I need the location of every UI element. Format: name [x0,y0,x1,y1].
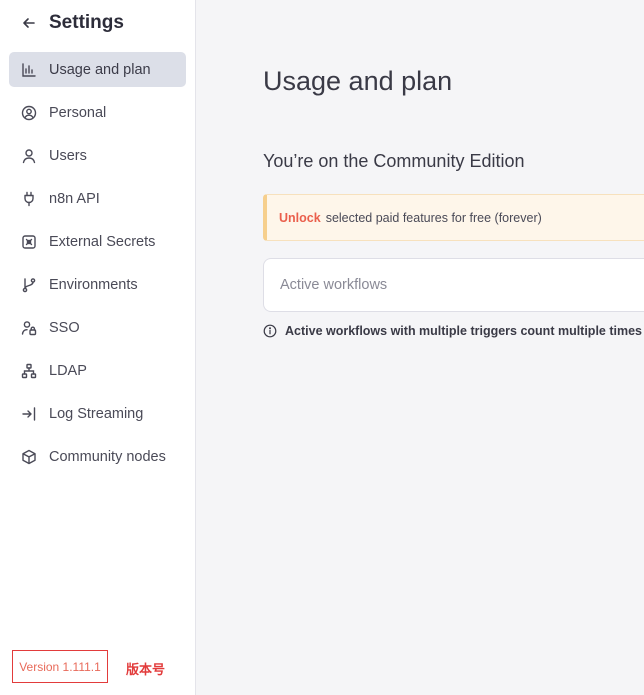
version-annotation: 版本号 [126,663,166,678]
sidebar-item-n8n-api[interactable]: n8n API [9,181,186,216]
network-icon [21,363,37,379]
sidebar-item-sso[interactable]: SSO [9,310,186,345]
info-text: Active workflows with multiple triggers … [285,324,642,338]
sidebar-item-label: Community nodes [49,448,166,465]
sidebar-item-label: Environments [49,276,138,293]
callout-text: selected paid features for free (forever… [325,210,542,225]
unlock-callout: Unlock selected paid features for free (… [263,194,644,241]
settings-sidebar: Settings Usage and plan Personal Users n… [0,0,196,695]
sidebar-item-usage-and-plan[interactable]: Usage and plan [9,52,186,87]
user-circle-icon [21,105,37,121]
user-icon [21,148,37,164]
main-content: Usage and plan You’re on the Community E… [196,0,644,695]
sidebar-item-label: External Secrets [49,233,156,250]
sidebar-item-label: Usage and plan [49,61,151,78]
active-workflows-card: Active workflows [263,258,644,312]
sidebar-item-personal[interactable]: Personal [9,95,186,130]
vault-icon [21,234,37,250]
plug-icon [21,191,37,207]
page-title: Usage and plan [263,66,453,96]
sidebar-item-external-secrets[interactable]: External Secrets [9,224,186,259]
unlock-link[interactable]: Unlock [279,211,321,225]
sidebar-item-label: LDAP [49,362,87,379]
sidebar-item-log-streaming[interactable]: Log Streaming [9,396,186,431]
sidebar-title: Settings [49,12,124,33]
sidebar-item-ldap[interactable]: LDAP [9,353,186,388]
edition-heading: You’re on the Community Edition [263,151,525,171]
sidebar-item-users[interactable]: Users [9,138,186,173]
sidebar-item-community-nodes[interactable]: Community nodes [9,439,186,474]
sidebar-header: Settings [0,0,195,46]
sign-in-icon [21,406,37,422]
bar-chart-icon [21,62,37,78]
version-label[interactable]: Version 1.111.1 [12,650,108,683]
sidebar-item-label: n8n API [49,190,100,207]
sidebar-item-environments[interactable]: Environments [9,267,186,302]
sidebar-item-label: SSO [49,319,80,336]
git-branch-icon [21,277,37,293]
info-icon [263,324,277,338]
settings-nav: Usage and plan Personal Users n8n API Ex… [0,52,195,474]
arrow-left-icon[interactable] [20,14,38,32]
sidebar-item-label: Personal [49,104,107,121]
sidebar-item-label: Users [49,147,87,164]
info-note: Active workflows with multiple triggers … [263,324,642,338]
app-window: Settings Usage and plan Personal Users n… [0,0,644,695]
user-lock-icon [21,320,37,336]
sidebar-item-label: Log Streaming [49,405,144,422]
cube-icon [21,449,37,465]
active-workflows-label: Active workflows [280,277,388,293]
